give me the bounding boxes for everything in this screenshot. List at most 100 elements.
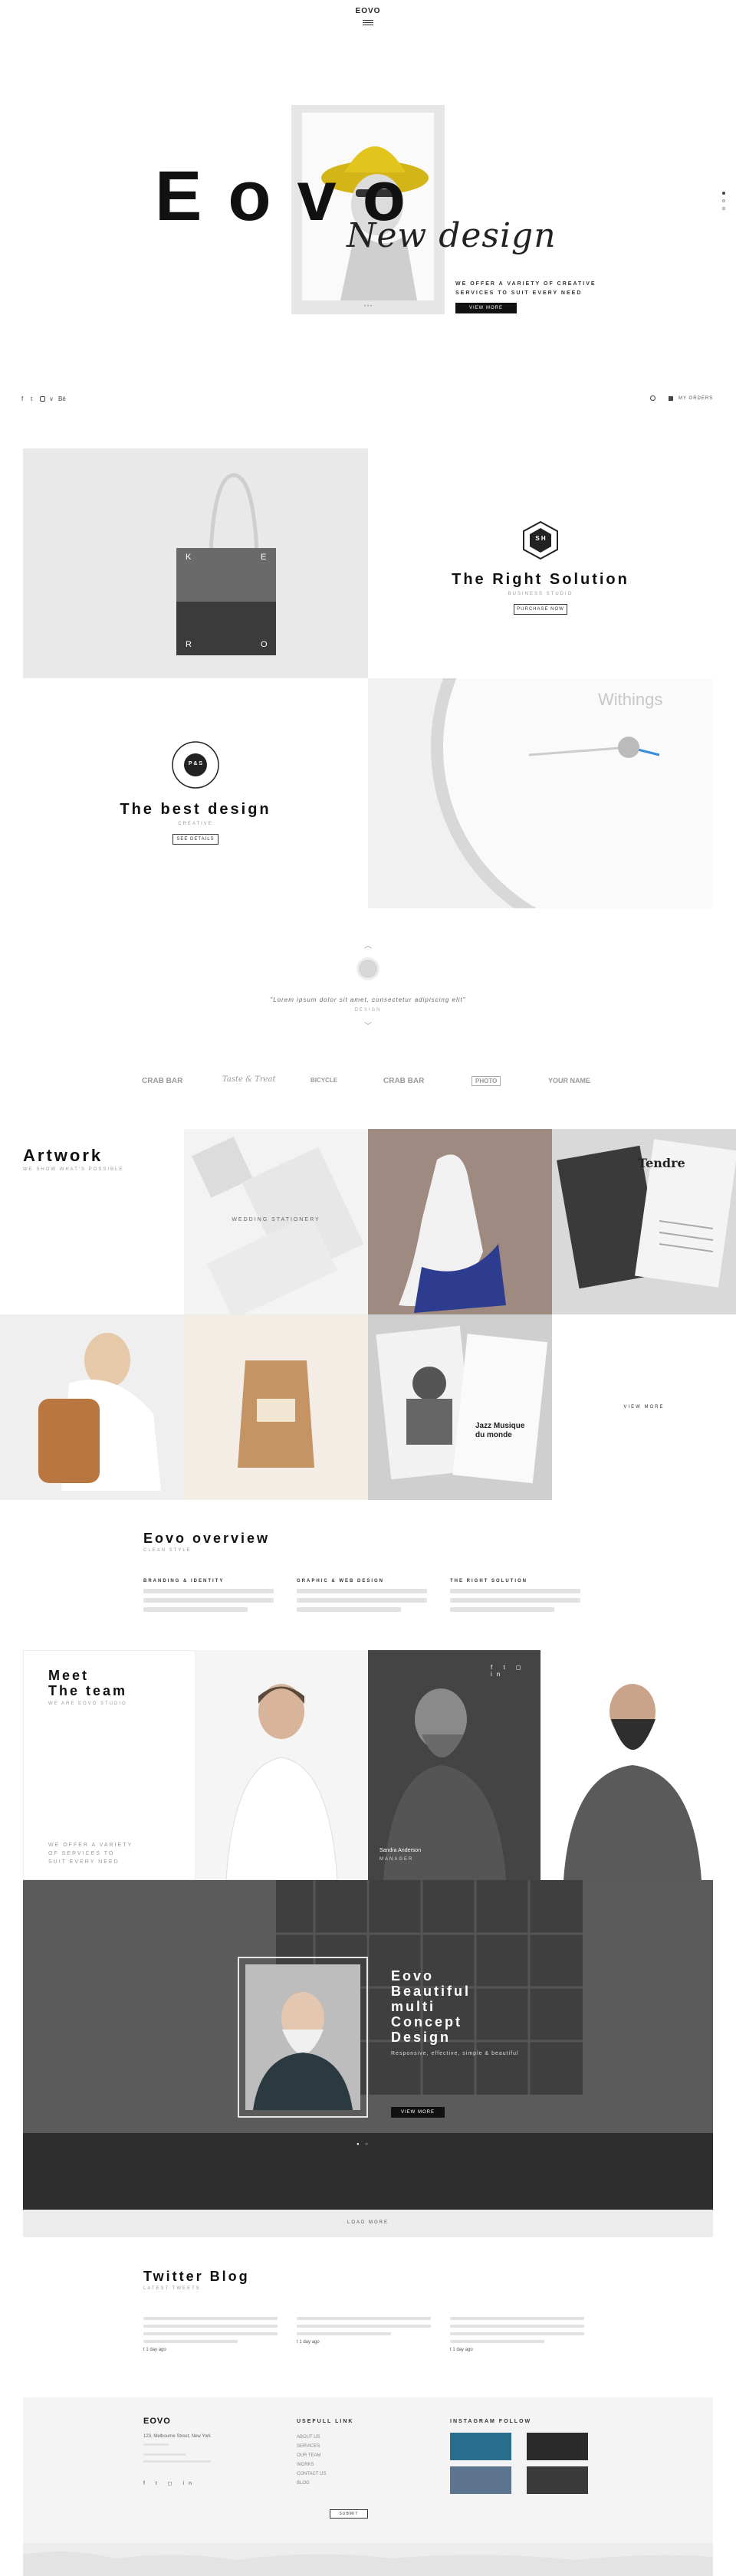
badge-monogram: S H bbox=[535, 535, 546, 542]
team-member-2[interactable]: f t ◻ in Sandra Anderson MANAGER bbox=[368, 1650, 540, 1880]
cart-label[interactable]: MY ORDERS bbox=[678, 396, 713, 401]
artwork-view-more[interactable]: VIEW MORE bbox=[552, 1405, 736, 1409]
behance-icon[interactable]: Bē bbox=[58, 395, 66, 402]
side-scroll-indicator[interactable] bbox=[721, 192, 726, 215]
see-details-button[interactable]: SEE DETAILS bbox=[172, 834, 219, 845]
brand-logo-1: CRAB BAR bbox=[142, 1077, 183, 1085]
purchase-now-button[interactable]: PURCHASE NOW bbox=[514, 604, 567, 615]
team-desc-3: SUIT EVERY NEED bbox=[48, 1859, 120, 1865]
promo-subtitle: Responsive, effective, simple & beautifu… bbox=[391, 2051, 519, 2056]
instagram-icon[interactable] bbox=[40, 396, 45, 402]
footer-link-about[interactable]: ABOUT US bbox=[297, 2433, 320, 2442]
artwork-stationery[interactable]: WEDDING STATIONERY bbox=[184, 1129, 368, 1314]
artwork-view-more-tile[interactable]: VIEW MORE bbox=[552, 1314, 736, 1500]
feature-bag-tile: K E R O bbox=[23, 448, 368, 678]
promo-slide-dots[interactable]: ● ○ bbox=[356, 2142, 370, 2147]
artwork-section: Artwork WE SHOW WHAT'S POSSIBLE WEDDING … bbox=[0, 1129, 736, 1500]
cart-icon[interactable] bbox=[669, 396, 673, 401]
tweet-time: t 1 day ago bbox=[143, 2348, 166, 2352]
tweet-time: t 1 day ago bbox=[297, 2340, 320, 2345]
hero-view-more-button[interactable]: VIEW MORE bbox=[455, 303, 517, 313]
member-name: Sandra Anderson bbox=[380, 1848, 422, 1853]
feature-watch-tile: Withings bbox=[368, 678, 713, 908]
vimeo-icon[interactable]: v bbox=[50, 395, 53, 402]
magazine-text: Jazz Musique du monde bbox=[475, 1422, 525, 1439]
footer-logo[interactable]: EOVO bbox=[143, 2417, 171, 2426]
team-member-3[interactable] bbox=[540, 1650, 713, 1880]
load-more-bar[interactable]: LOAD MORE bbox=[23, 2210, 713, 2237]
load-more-label[interactable]: LOAD MORE bbox=[23, 2220, 713, 2225]
bag-letter-r: R bbox=[186, 640, 192, 649]
testimonial-quote: "Lorem ipsum dolor sit amet, consectetur… bbox=[270, 996, 466, 1003]
instagram-thumb-2[interactable] bbox=[527, 2433, 588, 2460]
facebook-icon[interactable]: f bbox=[21, 395, 23, 402]
promo-portrait-frame bbox=[238, 1957, 368, 2118]
footer-link-services[interactable]: SERVICES bbox=[297, 2442, 320, 2451]
brand-logo-4: CRAB BAR bbox=[383, 1077, 425, 1085]
instagram-thumb-1[interactable] bbox=[450, 2433, 511, 2460]
team-title-1: Meet bbox=[48, 1668, 90, 1683]
member-social-icons[interactable]: f t ◻ in bbox=[491, 1664, 540, 1678]
member-role: MANAGER bbox=[380, 1857, 414, 1862]
footer-address: 123, Melbourne Street, New York bbox=[143, 2434, 212, 2439]
artwork-coffee-bag[interactable] bbox=[184, 1314, 368, 1500]
promo-title-2: Beautiful bbox=[391, 1984, 472, 1999]
hero-script-title: New design bbox=[347, 216, 557, 255]
twitter-section: Twitter Blog LATEST TWEETS t 1 day ago t… bbox=[0, 2257, 736, 2380]
feature-title: The best design bbox=[120, 801, 271, 818]
promo-title-5: Design bbox=[391, 2030, 452, 2045]
bag-letter-k: K bbox=[186, 553, 192, 562]
tote-bag-image bbox=[176, 473, 276, 655]
hamburger-icon[interactable] bbox=[363, 20, 373, 26]
chevron-up-icon[interactable]: ︿ bbox=[360, 939, 376, 950]
overview-title: Eovo overview bbox=[143, 1531, 271, 1546]
tweet-2: t 1 day ago bbox=[297, 2317, 431, 2345]
footer-link-works[interactable]: WORKS bbox=[297, 2460, 314, 2469]
footer-contact-lines bbox=[143, 2443, 228, 2467]
bag-letter-e: E bbox=[261, 553, 267, 562]
site-logo[interactable]: EOVO bbox=[354, 7, 382, 15]
hero-slide-dots[interactable]: • • • bbox=[353, 304, 383, 309]
testimonial-avatar bbox=[356, 957, 380, 980]
twitter-icon[interactable]: t bbox=[31, 395, 32, 402]
artwork-magazine-tendre[interactable]: Tendre bbox=[552, 1129, 736, 1314]
footer-link-blog[interactable]: BLOG bbox=[297, 2479, 310, 2488]
instagram-thumb-3[interactable] bbox=[450, 2466, 511, 2494]
site-footer: EOVO 123, Melbourne Street, New York f t… bbox=[23, 2397, 713, 2576]
footer-social-icons[interactable]: f t ◻ in bbox=[143, 2480, 196, 2486]
artwork-overlay-text: WEDDING STATIONERY bbox=[232, 1217, 320, 1222]
testimonial-section: ︿ "Lorem ipsum dolor sit amet, consectet… bbox=[0, 939, 736, 1046]
feature-title: The Right Solution bbox=[452, 571, 629, 588]
site-header: EOVO bbox=[0, 0, 736, 34]
instagram-thumb-4[interactable] bbox=[527, 2466, 588, 2494]
artwork-backpack[interactable] bbox=[0, 1314, 184, 1500]
feature-subtitle: CREATIVE bbox=[178, 822, 213, 826]
promo-view-more-button[interactable]: VIEW MORE bbox=[391, 2107, 445, 2118]
team-title-2: The team bbox=[48, 1683, 128, 1698]
team-desc-2: OF SERVICES TO bbox=[48, 1851, 115, 1856]
overview-col-2-heading: GRAPHIC & WEB DESIGN bbox=[297, 1579, 385, 1583]
footer-link-contact[interactable]: CONTACT US bbox=[297, 2469, 326, 2479]
hexagon-badge-icon: S H bbox=[516, 519, 565, 562]
feature-right-solution: S H The Right Solution BUSINESS STUDIO P… bbox=[368, 448, 713, 678]
tweet-1: t 1 day ago bbox=[143, 2317, 278, 2352]
footer-submit-button[interactable]: SUBMIT bbox=[330, 2509, 368, 2519]
brand-logo-2: Taste & Treat bbox=[222, 1075, 276, 1084]
brand-logo-3: BICYCLE bbox=[310, 1077, 338, 1084]
artwork-title: Artwork bbox=[23, 1146, 104, 1165]
team-member-1[interactable] bbox=[196, 1650, 368, 1880]
promo-title-1: Eovo bbox=[391, 1968, 435, 1984]
overview-section: Eovo overview CLEAN STYLE BRANDING & IDE… bbox=[0, 1521, 736, 1629]
tweet-time: t 1 day ago bbox=[450, 2348, 473, 2352]
artwork-magazine-jazz[interactable]: Jazz Musique du monde bbox=[368, 1314, 552, 1500]
twitter-subtitle: LATEST TWEETS bbox=[143, 2286, 201, 2291]
brand-logo-5: PHOTO bbox=[472, 1076, 501, 1086]
watch-image: Withings bbox=[431, 678, 713, 908]
chevron-down-icon[interactable]: ﹀ bbox=[360, 1019, 376, 1031]
artwork-dancer[interactable] bbox=[368, 1129, 552, 1314]
hero-section: • • • Eovo New design WE OFFER A VARIETY… bbox=[0, 34, 736, 379]
search-icon[interactable] bbox=[650, 395, 656, 401]
footer-link-team[interactable]: OUR TEAM bbox=[297, 2451, 321, 2460]
promo-section: Eovo Beautiful multi Concept Design Resp… bbox=[23, 1880, 713, 2210]
svg-text:Withings: Withings bbox=[598, 690, 662, 709]
